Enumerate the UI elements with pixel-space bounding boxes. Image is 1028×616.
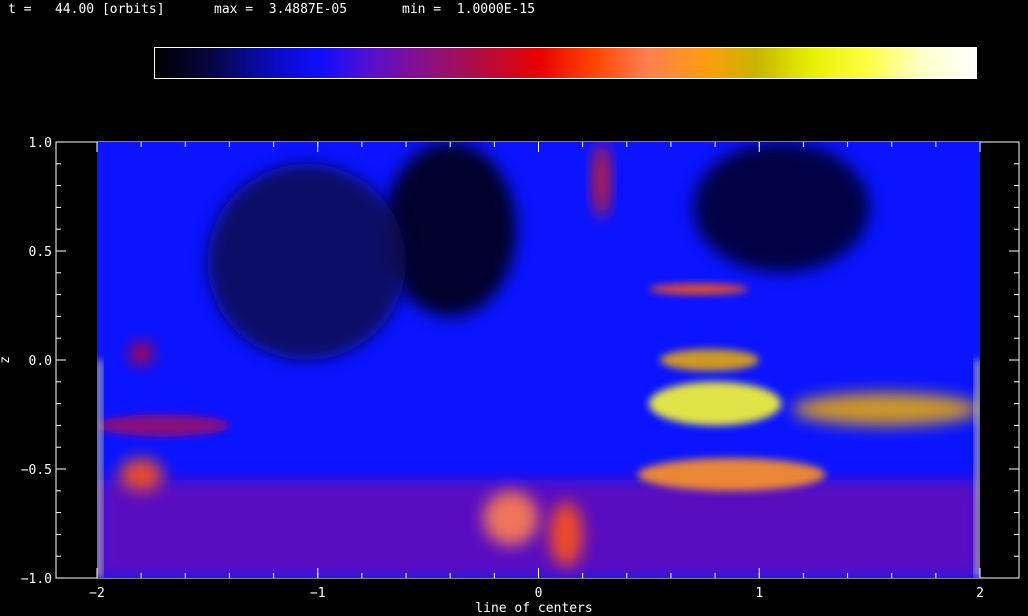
y-tick-label: −0.5 (21, 463, 52, 478)
heatmap-feature-14 (549, 501, 583, 568)
x-tick-label: 1 (755, 586, 763, 601)
heatmap-feature-7 (593, 142, 610, 219)
heatmap-feature-16 (975, 360, 980, 578)
heatmap-feature-1 (383, 142, 517, 317)
heatmap-feature-8 (792, 392, 980, 426)
x-tick-label: 2 (976, 586, 984, 601)
heatmap-feature-10 (648, 381, 782, 426)
y-tick-label: 0.5 (29, 245, 52, 260)
heatmap-feature-3 (693, 142, 870, 273)
x-axis-label: line of centers (475, 601, 592, 616)
heatmap-plot: −2 −1 0 1 2 −1.0 −0.5 0.0 0.5 1.0 line of centers… (0, 136, 1020, 616)
heatmap-feature-12 (648, 283, 749, 295)
x-tick-label: −1 (310, 586, 326, 601)
heatmap-feature-6 (119, 458, 164, 491)
y-tick-label: 0.0 (29, 354, 52, 369)
y-tick-label: −1.0 (21, 572, 52, 587)
y-tick-label: 1.0 (29, 136, 52, 151)
heatmap-feature-9 (637, 458, 826, 491)
heatmap-feature-13 (483, 490, 539, 546)
heatmap-feature-0 (97, 479, 980, 578)
x-tick-label: −2 (89, 586, 105, 601)
heatmap-feature-15 (97, 360, 102, 578)
heatmap-feature-11 (659, 349, 760, 371)
heatmap-feature-5 (130, 342, 153, 365)
heatmap-field (97, 142, 980, 578)
heatmap-feature-4 (97, 414, 230, 437)
heatmap-feature-2 (207, 163, 407, 360)
x-tick-label: 0 (535, 586, 543, 601)
y-axis-label: z (0, 356, 13, 364)
